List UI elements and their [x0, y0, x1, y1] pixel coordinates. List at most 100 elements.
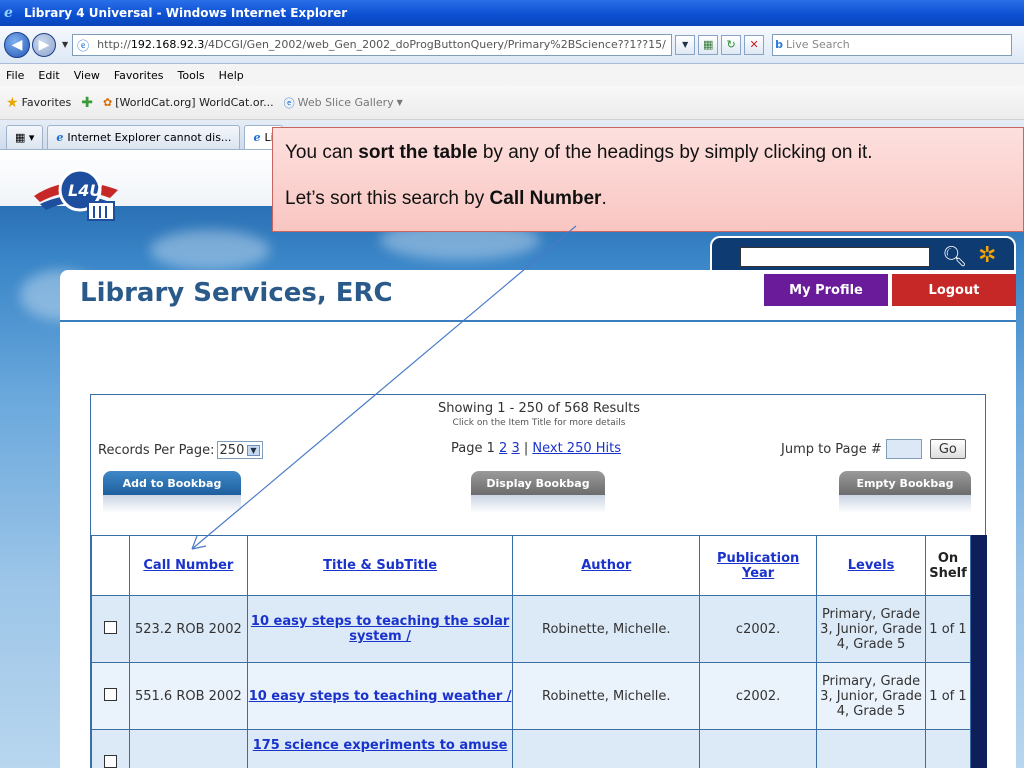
web-page: L4U 🔍︎ ✲ Library Services, ERC My Profil…	[0, 150, 1024, 768]
menu-tools[interactable]: Tools	[178, 69, 205, 82]
forward-button[interactable]: ▶	[32, 32, 56, 57]
call-number-cell: 523.2 ROB 2002	[128, 595, 248, 663]
main-content: Library Services, ERC My Profile Logout …	[60, 270, 1016, 768]
callout-line-2: Let’s sort this search by Call Number.	[285, 188, 607, 209]
records-per-page-value: 250	[219, 442, 245, 458]
button-reflection	[471, 495, 605, 513]
url-path: /4DCGI/Gen_2002/web_Gen_2002_doProgButto…	[204, 38, 666, 51]
empty-bookbag-button[interactable]: Empty Bookbag	[839, 471, 971, 495]
close-icon: ✕	[749, 38, 759, 51]
tab-ie-icon: e	[253, 131, 261, 144]
favorites-label: Favorites	[21, 96, 72, 109]
sort-levels[interactable]: Levels	[816, 535, 926, 596]
go-button[interactable]: Go	[929, 439, 966, 459]
table-row: 551.6 ROB 2002 10 easy steps to teaching…	[91, 662, 972, 730]
fav-worldcat-label: [WorldCat.org] WorldCat.or...	[115, 96, 274, 109]
results-panel: Showing 1 - 250 of 568 Results Click on …	[90, 394, 987, 768]
click-hint: Click on the Item Title for more details	[452, 418, 626, 428]
levels-cell: Primary, Grade 3, Junior, Grade 4, Grade…	[816, 662, 926, 730]
pager-page-3[interactable]: 3	[511, 441, 519, 456]
window-title: Library 4 Universal - Windows Internet E…	[24, 6, 348, 20]
history-dropdown-icon[interactable]: ▼	[62, 40, 68, 49]
author-cell: Robinette, Michelle.	[512, 595, 701, 663]
title-link[interactable]: 10 easy steps to teaching the solar syst…	[251, 614, 509, 644]
jump-label: Jump to Page #	[781, 441, 882, 457]
fav-web-slice-gallery[interactable]: ⓔ Web Slice Gallery ▼	[284, 95, 403, 111]
gear-icon[interactable]: ✲	[978, 243, 996, 268]
tutorial-callout: You can sort the table by any of the hea…	[272, 127, 1024, 232]
title-link[interactable]: 175 science experiments to amuse	[253, 738, 508, 753]
search-icon[interactable]: 🔍︎	[942, 244, 967, 268]
tab-label: Internet Explorer cannot dis...	[67, 131, 232, 144]
select-column-header	[91, 535, 130, 596]
menu-favorites[interactable]: Favorites	[114, 69, 164, 82]
menu-edit[interactable]: Edit	[38, 69, 59, 82]
url-host: 192.168.92.3	[130, 38, 205, 51]
add-favorite-icon: ✚	[81, 94, 93, 111]
records-per-page-label: Records Per Page:	[98, 442, 215, 458]
year-cell: c2002.	[699, 595, 818, 663]
row-checkbox[interactable]	[103, 687, 117, 701]
forward-arrow-icon: ▶	[38, 36, 50, 53]
button-reflection	[103, 495, 241, 513]
on-shelf-header: On Shelf	[924, 535, 972, 596]
sort-author[interactable]: Author	[512, 535, 701, 596]
button-reflection	[839, 495, 971, 513]
records-per-page-select[interactable]: 250 ▼	[216, 441, 263, 459]
url-prefix: http://	[97, 38, 131, 51]
web-slice-icon: ⓔ	[283, 96, 295, 110]
menu-view[interactable]: View	[74, 69, 100, 82]
shelf-cell: 1 of 1	[924, 662, 972, 730]
call-number-cell	[128, 729, 248, 768]
pager: Page 1 2 3 | Next 250 Hits	[451, 441, 621, 456]
title-divider	[60, 320, 1016, 322]
pager-page-2[interactable]: 2	[499, 441, 507, 456]
fav-worldcat[interactable]: ✿ [WorldCat.org] WorldCat.or...	[103, 96, 274, 109]
pager-next-link[interactable]: Next 250 Hits	[532, 441, 621, 456]
refresh-button[interactable]: ↻	[721, 34, 742, 55]
ie-logo-icon: e	[4, 5, 13, 21]
year-cell	[699, 729, 818, 768]
favorites-bar: ★ Favorites ✚ ✿ [WorldCat.org] WorldCat.…	[0, 86, 1024, 120]
site-search-input[interactable]	[740, 247, 930, 267]
star-icon: ★	[6, 94, 19, 111]
levels-cell: Primary, Grade 3, Junior, Grade 4, Grade…	[816, 595, 926, 663]
row-checkbox[interactable]	[103, 754, 117, 768]
table-scrollbar[interactable]	[971, 535, 987, 768]
logout-button[interactable]: Logout	[892, 274, 1016, 306]
back-arrow-icon: ◀	[11, 36, 23, 53]
sort-call-number[interactable]: Call Number	[128, 535, 248, 596]
table-row: 175 science experiments to amuse	[91, 729, 972, 768]
add-to-bookbag-button[interactable]: Add to Bookbag	[103, 471, 241, 495]
url-dropdown-button[interactable]: ▼	[675, 34, 696, 55]
stop-button[interactable]: ✕	[744, 34, 765, 55]
fav-web-slice-label: Web Slice Gallery	[297, 96, 394, 109]
menu-help[interactable]: Help	[219, 69, 244, 82]
pager-separator: |	[519, 441, 533, 456]
back-button[interactable]: ◀	[4, 31, 30, 58]
quick-tabs-button[interactable]: ▦ ▾	[6, 125, 44, 149]
address-bar: ◀ ▶ ▼ ⓔ http://192.168.92.3/4DCGI/Gen_20…	[0, 26, 1024, 64]
compatibility-button[interactable]: ▦	[698, 34, 719, 55]
callout-line-1: You can sort the table by any of the hea…	[285, 142, 873, 163]
display-bookbag-button[interactable]: Display Bookbag	[471, 471, 605, 495]
my-profile-button[interactable]: My Profile	[764, 274, 888, 306]
title-link[interactable]: 10 easy steps to teaching weather /	[249, 689, 512, 704]
sort-pub-year[interactable]: Publication Year	[699, 535, 818, 596]
author-cell	[512, 729, 701, 768]
window-titlebar: e Library 4 Universal - Windows Internet…	[0, 0, 1024, 26]
row-checkbox[interactable]	[103, 620, 117, 634]
jump-page-input[interactable]	[885, 439, 922, 459]
favorites-button[interactable]: ★ Favorites	[6, 95, 71, 111]
quick-tabs-icon: ▦ ▾	[15, 131, 35, 144]
sort-title[interactable]: Title & SubTitle	[246, 535, 514, 596]
add-favorite-button[interactable]: ✚	[81, 95, 93, 111]
tab-ie-cannot-display[interactable]: e Internet Explorer cannot dis...	[47, 125, 241, 149]
tab-ie-icon: e	[56, 131, 64, 144]
menu-file[interactable]: File	[6, 69, 24, 82]
refresh-icon: ↻	[726, 38, 736, 51]
chevron-down-icon: ▼	[247, 444, 260, 456]
live-search-input[interactable]: b Live Search	[772, 33, 1013, 56]
shelf-cell: 1 of 1	[924, 595, 972, 663]
url-field[interactable]: ⓔ http://192.168.92.3/4DCGI/Gen_2002/web…	[72, 33, 673, 56]
